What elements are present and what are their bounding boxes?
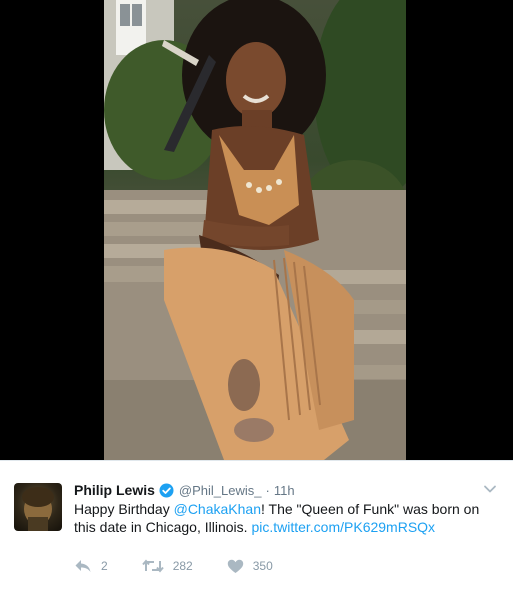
retweet-icon xyxy=(141,558,164,574)
tweet[interactable]: Philip Lewis @Phil_Lewis_ · 11h Happy Bi… xyxy=(0,460,513,592)
reply-button[interactable]: 2 xyxy=(74,558,108,574)
mention-link[interactable]: @ChakaKhan xyxy=(174,501,261,517)
photo-illustration xyxy=(104,0,406,460)
tweet-text-start: Happy Birthday xyxy=(74,501,174,517)
tweet-text: Happy Birthday @ChakaKhan! The "Queen of… xyxy=(74,500,494,536)
heart-icon xyxy=(227,559,244,574)
pic-link[interactable]: pic.twitter.com/PK629mRSQx xyxy=(251,519,435,535)
reply-count: 2 xyxy=(101,559,108,573)
retweet-count: 282 xyxy=(172,559,193,573)
tweet-photo[interactable] xyxy=(104,0,406,460)
author-handle[interactable]: @Phil_Lewis_ xyxy=(179,483,262,498)
like-count: 350 xyxy=(252,559,273,573)
reply-icon xyxy=(74,558,92,574)
tweet-header: Philip Lewis @Phil_Lewis_ · 11h xyxy=(74,481,295,499)
like-button[interactable]: 350 xyxy=(227,559,273,574)
tweet-media[interactable] xyxy=(0,0,513,460)
header-separator: · xyxy=(265,482,270,498)
verified-badge-icon xyxy=(159,483,174,498)
tweet-timestamp[interactable]: 11h xyxy=(274,483,295,498)
avatar-image xyxy=(22,487,54,531)
author-name[interactable]: Philip Lewis xyxy=(74,482,155,498)
chevron-down-icon[interactable] xyxy=(483,482,497,496)
retweet-button[interactable]: 282 xyxy=(141,558,193,574)
tweet-actions: 2 282 350 xyxy=(74,557,307,575)
avatar[interactable] xyxy=(14,483,62,531)
